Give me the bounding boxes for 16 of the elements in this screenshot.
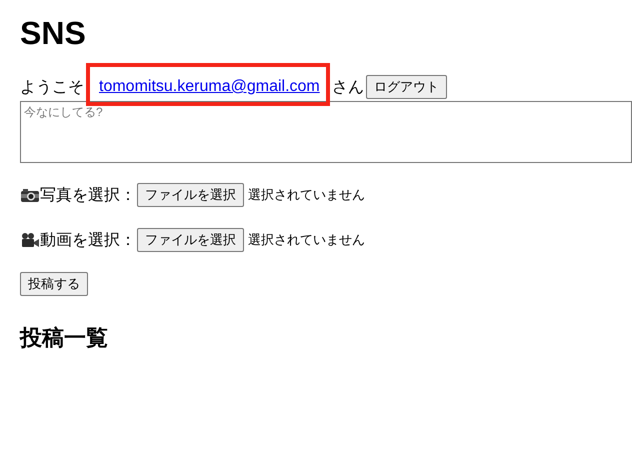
email-link[interactable]: tomomitsu.keruma@gmail.com [99,78,320,95]
movie-camera-icon [20,232,40,248]
file-status: 選択されていません [248,231,365,249]
welcome-suffix: さん [332,78,364,98]
choose-file-button[interactable]: ファイルを選択 [137,183,244,207]
choose-file-button[interactable]: ファイルを選択 [137,228,244,252]
section-heading: 投稿一覧 [20,324,109,352]
welcome-text: ようこそ [20,78,84,98]
file-label: 動画を選択： [40,230,136,250]
file-label: 写真を選択： [40,186,136,206]
post-text-field[interactable]: 今なにしてる? [20,101,632,163]
file-status: 選択されていません [248,186,365,204]
logout-button[interactable]: ログアウト [366,75,447,99]
page-title: SNS [20,14,87,53]
submit-button[interactable]: 投稿する [20,272,88,296]
camera-icon [20,187,40,203]
